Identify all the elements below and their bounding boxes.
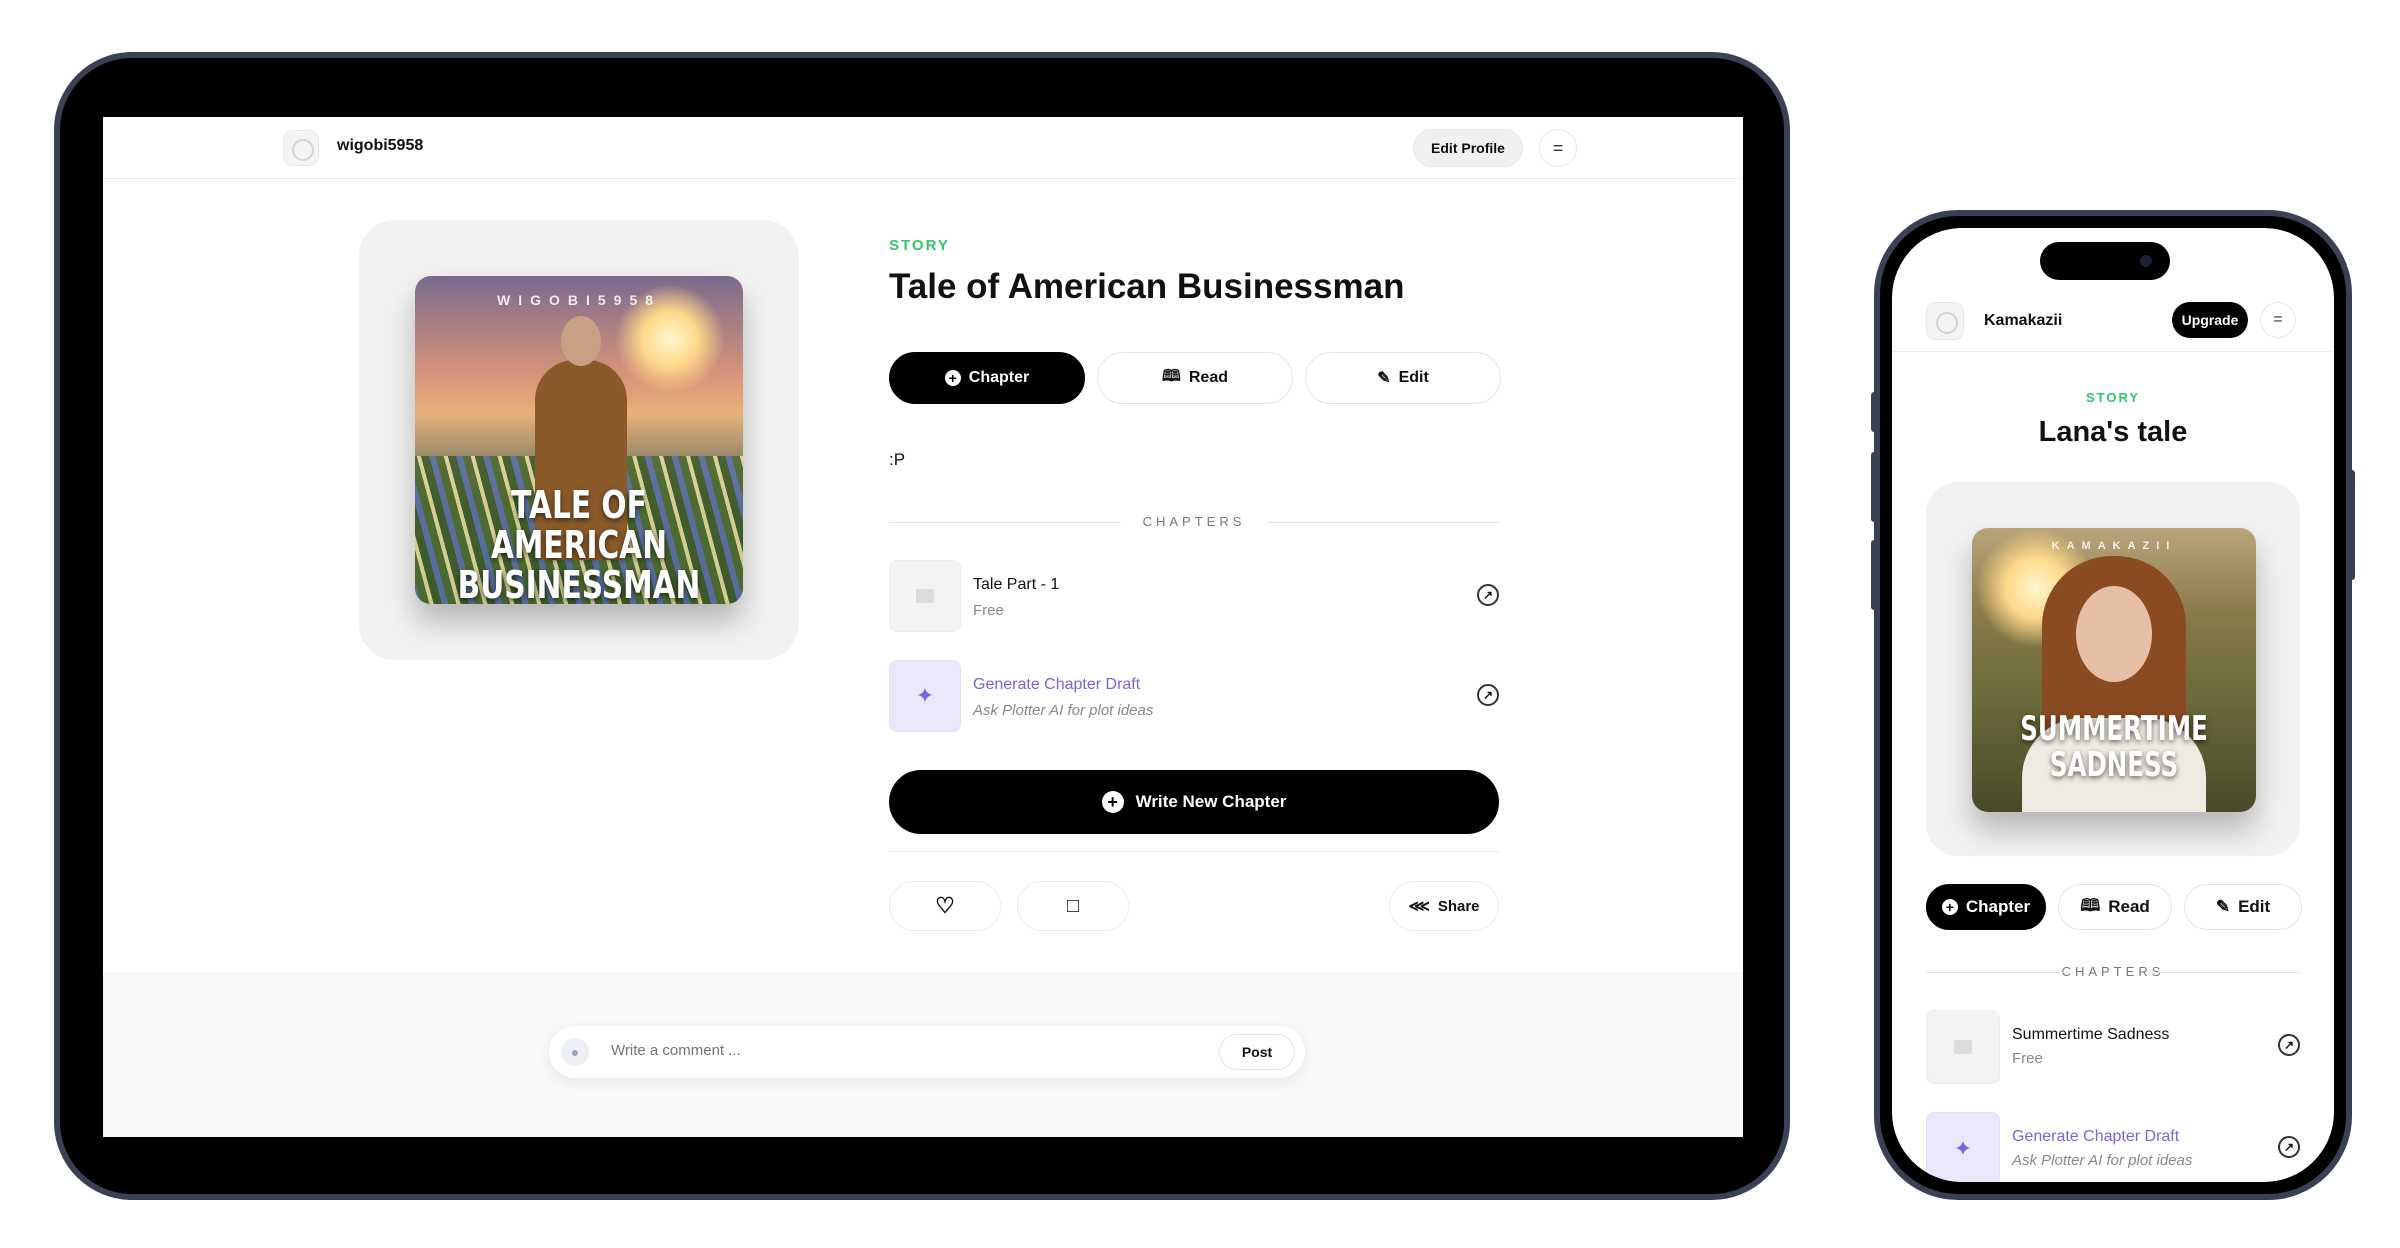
story-label: STORY	[2085, 390, 2141, 405]
phone-device: Kamakazii Upgrade = STORY Lana's tale KA…	[1874, 210, 2352, 1200]
comment-section: ● Post	[103, 972, 1743, 1137]
add-chapter-button[interactable]: + Chapter	[889, 352, 1085, 404]
cover-title-line2: BUSINESSMAN	[457, 562, 701, 604]
chapter-title: Summertime Sadness	[2012, 1026, 2170, 1043]
book-icon: 🕮	[1162, 367, 1181, 385]
chapters-section: CHAPTERS	[1926, 964, 2300, 979]
cover-person-head	[561, 316, 601, 366]
cover-title-text: SUMMERTIME SADNESS	[2012, 709, 2216, 785]
upgrade-button[interactable]: Upgrade	[2172, 302, 2248, 338]
phone-screen: Kamakazii Upgrade = STORY Lana's tale KA…	[1892, 228, 2334, 1182]
chapters-heading: CHAPTERS	[1926, 964, 2300, 979]
story-actions: + Chapter 🕮 Read ✎ Edit	[1926, 884, 2302, 930]
generate-chapter-draft[interactable]: ✦ Generate Chapter Draft Ask Plotter AI …	[1926, 1112, 2300, 1182]
generate-chapter-draft[interactable]: ✦ Generate Chapter Draft Ask Plotter AI …	[889, 660, 1499, 732]
sparkle-icon: ✦	[1926, 1112, 2000, 1182]
story-title: Tale of American Businessman	[889, 267, 1405, 306]
cover-title-line1: TALE OF AMERICAN	[490, 483, 668, 567]
edit-profile-button[interactable]: Edit Profile	[1413, 129, 1523, 167]
dynamic-island	[2040, 242, 2170, 280]
plus-circle-icon: +	[944, 370, 961, 386]
comment-button[interactable]: □	[1017, 881, 1129, 931]
pencil-icon: ✎	[2215, 897, 2231, 916]
username[interactable]: Kamakazii	[1984, 312, 2062, 330]
arrow-up-right-icon[interactable]: ↗	[2278, 1034, 2300, 1056]
app-logo[interactable]	[1926, 302, 1964, 340]
cover-face	[2076, 586, 2152, 682]
comment-input[interactable]	[611, 1042, 1171, 1059]
menu-icon[interactable]: =	[2260, 302, 2296, 338]
story-cover-image[interactable]: WIGOBI5958 TALE OF AMERICAN BUSINESSMAN	[415, 276, 743, 604]
book-icon: 🕮	[2080, 895, 2101, 915]
story-label: STORY	[889, 237, 950, 254]
plus-circle-icon: +	[1941, 899, 1958, 915]
share-button[interactable]: ⋘ Share	[1389, 881, 1499, 931]
top-bar: Kamakazii Upgrade =	[1892, 290, 2334, 352]
post-button[interactable]: Post	[1219, 1034, 1295, 1070]
share-icon: ⋘	[1408, 898, 1430, 915]
add-chapter-button[interactable]: + Chapter	[1926, 884, 2046, 930]
chapters-heading: CHAPTERS	[889, 514, 1499, 529]
cover-card: KAMAKAZII SUMMERTIME SADNESS	[1926, 482, 2300, 856]
edit-button[interactable]: ✎ Edit	[2184, 884, 2302, 930]
divider	[889, 851, 1499, 852]
tablet-device: wigobi5958 Edit Profile = WIGOBI5958 TAL…	[54, 52, 1790, 1200]
username[interactable]: wigobi5958	[337, 137, 423, 155]
pencil-icon: ✎	[1377, 370, 1391, 387]
chapter-item[interactable]: Tale Part - 1 Free ↗	[889, 560, 1499, 632]
story-cover-image[interactable]: KAMAKAZII SUMMERTIME SADNESS	[1972, 528, 2256, 812]
image-placeholder-icon	[889, 560, 961, 632]
read-label: Read	[2108, 897, 2150, 916]
menu-icon[interactable]: =	[1539, 129, 1577, 167]
cover-title-line2: SADNESS	[2049, 744, 2179, 785]
app-logo[interactable]	[283, 130, 319, 166]
chapter-item[interactable]: Summertime Sadness Free ↗	[1926, 1010, 2300, 1084]
share-label: Share	[1437, 897, 1480, 915]
ai-draft-subtitle: Ask Plotter AI for plot ideas	[2012, 1152, 2193, 1169]
top-bar: wigobi5958 Edit Profile =	[103, 117, 1743, 179]
tablet-screen: wigobi5958 Edit Profile = WIGOBI5958 TAL…	[103, 117, 1743, 1137]
image-placeholder-icon	[1926, 1010, 2000, 1084]
comment-box: ● Post	[549, 1026, 1305, 1078]
read-button[interactable]: 🕮 Read	[1097, 352, 1293, 404]
comment-icon: □	[1066, 894, 1080, 917]
cover-card: WIGOBI5958 TALE OF AMERICAN BUSINESSMAN	[359, 220, 799, 660]
arrow-up-right-icon[interactable]: ↗	[1477, 584, 1499, 606]
story-title: Lana's tale	[2038, 416, 2188, 448]
story-actions: + Chapter 🕮 Read ✎ Edit	[889, 352, 1501, 404]
write-new-chapter-button[interactable]: + Write New Chapter	[889, 770, 1499, 834]
user-icon: ●	[561, 1038, 589, 1066]
read-label: Read	[1188, 369, 1228, 386]
cover-title-text: TALE OF AMERICAN BUSINESSMAN	[451, 483, 707, 604]
ai-draft-subtitle: Ask Plotter AI for plot ideas	[973, 702, 1154, 719]
heart-icon: ♡	[935, 893, 955, 918]
cover-author-watermark: KAMAKAZII	[2051, 540, 2177, 552]
story-description: :P	[889, 450, 906, 469]
like-button[interactable]: ♡	[889, 881, 1001, 931]
read-button[interactable]: 🕮 Read	[2058, 884, 2172, 930]
cover-title-line1: SUMMERTIME	[2020, 709, 2208, 749]
arrow-up-right-icon[interactable]: ↗	[1477, 684, 1499, 706]
edit-label: Edit	[2238, 897, 2271, 916]
add-chapter-label: Chapter	[968, 369, 1030, 386]
arrow-up-right-icon[interactable]: ↗	[2278, 1136, 2300, 1158]
edit-label: Edit	[1398, 369, 1429, 386]
ai-draft-title: Generate Chapter Draft	[2012, 1128, 2180, 1145]
cover-author-watermark: WIGOBI5958	[496, 292, 662, 308]
sparkle-icon: ✦	[889, 660, 961, 732]
chapter-price: Free	[2012, 1050, 2043, 1067]
add-chapter-label: Chapter	[1965, 897, 2031, 916]
chapter-price: Free	[973, 602, 1004, 619]
chapter-title: Tale Part - 1	[973, 576, 1060, 593]
plus-circle-icon: +	[1101, 791, 1124, 813]
write-new-chapter-label: Write New Chapter	[1135, 792, 1287, 811]
edit-button[interactable]: ✎ Edit	[1305, 352, 1501, 404]
ai-draft-title: Generate Chapter Draft	[973, 676, 1141, 693]
